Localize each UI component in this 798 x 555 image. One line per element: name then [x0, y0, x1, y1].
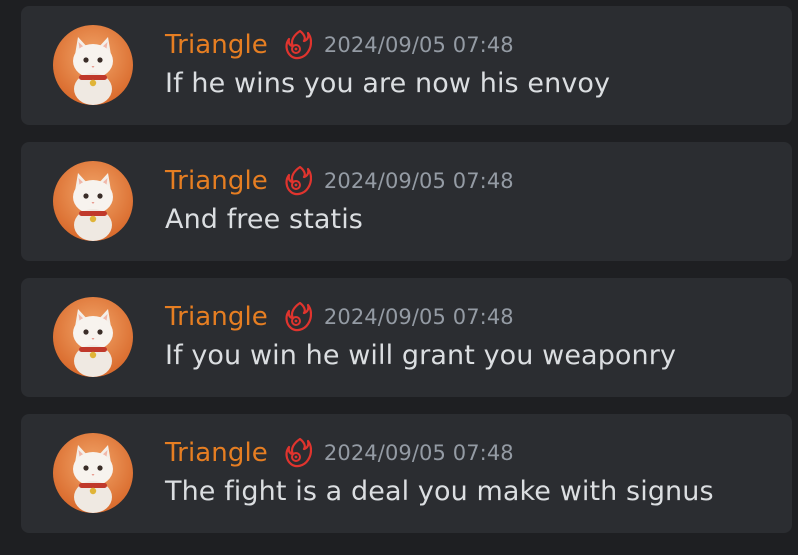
- avatar[interactable]: [53, 433, 133, 513]
- message-header: Triangle 2024/09/05 07:48: [165, 25, 514, 65]
- username[interactable]: Triangle: [165, 166, 268, 196]
- message-header: Triangle 2024/09/05 07:48: [165, 297, 514, 337]
- username[interactable]: Triangle: [165, 438, 268, 468]
- flame-ring-icon[interactable]: [282, 436, 312, 470]
- message-item[interactable]: Triangle 2024/09/05 07:48 And free statis: [21, 142, 792, 261]
- message-header: Triangle 2024/09/05 07:48: [165, 161, 514, 201]
- flame-ring-icon[interactable]: [282, 300, 312, 334]
- message-item[interactable]: Triangle 2024/09/05 07:48 The fight is a d…: [21, 414, 792, 533]
- username[interactable]: Triangle: [165, 302, 268, 332]
- message-content: If you win he will grant you weaponry: [165, 340, 677, 371]
- flame-ring-icon[interactable]: [282, 28, 312, 62]
- message-item[interactable]: Triangle 2024/09/05 07:48 If he wins you a…: [21, 6, 792, 125]
- message-item[interactable]: Triangle 2024/09/05 07:48 If you win he wi…: [21, 278, 792, 397]
- avatar[interactable]: [53, 297, 133, 377]
- timestamp: 2024/09/05 07:48: [323, 33, 514, 57]
- message-header: Triangle 2024/09/05 07:48: [165, 433, 514, 473]
- message-content: And free statis: [165, 204, 363, 235]
- message-content: If he wins you are now his envoy: [165, 68, 611, 99]
- timestamp: 2024/09/05 07:48: [323, 441, 514, 465]
- timestamp: 2024/09/05 07:48: [323, 169, 514, 193]
- message-feed: Triangle 2024/09/05 07:48 If he wins you a…: [0, 0, 798, 555]
- message-content: The fight is a deal you make with signus: [165, 476, 714, 507]
- username[interactable]: Triangle: [165, 30, 268, 60]
- avatar[interactable]: [53, 25, 133, 105]
- timestamp: 2024/09/05 07:48: [323, 305, 514, 329]
- flame-ring-icon[interactable]: [282, 164, 312, 198]
- avatar[interactable]: [53, 161, 133, 241]
